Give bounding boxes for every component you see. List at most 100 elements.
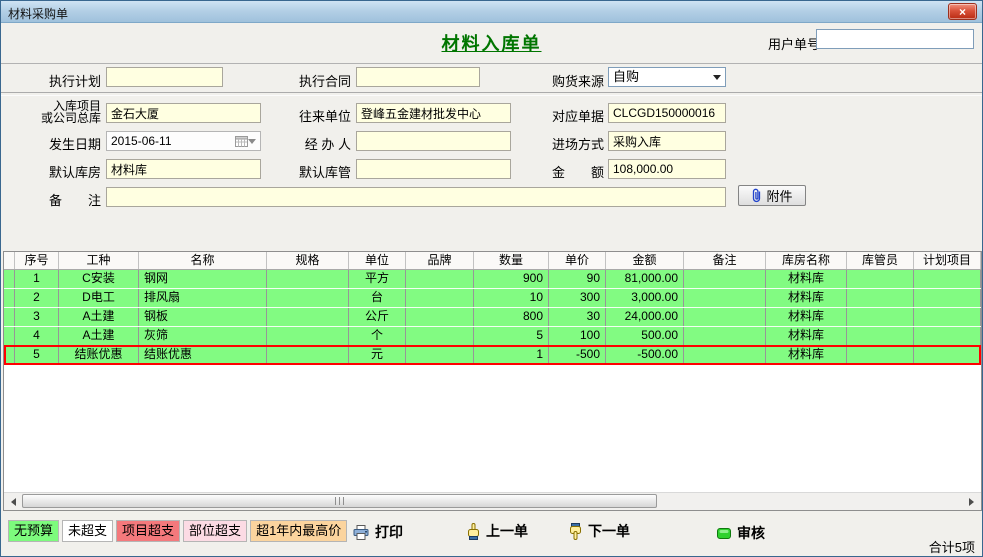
column-header-name[interactable]: 名称 (139, 252, 267, 269)
cell-ind[interactable] (4, 308, 15, 326)
cell-trade[interactable]: A土建 (59, 308, 139, 326)
cell-unit[interactable]: 公斤 (349, 308, 406, 326)
cell-ind[interactable] (4, 289, 15, 307)
cell-spec[interactable] (267, 289, 349, 307)
cell-qty[interactable]: 800 (474, 308, 549, 326)
table-row[interactable]: 5 结账优惠 结账优惠元 1 -500 -500.00 材料库 (4, 345, 981, 365)
column-header-seq[interactable]: 序号 (15, 252, 59, 269)
handler-input[interactable] (356, 131, 511, 151)
column-header-remark[interactable]: 备注 (684, 252, 766, 269)
cell-plan[interactable] (914, 327, 981, 345)
cell-price[interactable]: 300 (549, 289, 606, 307)
column-header-ind[interactable] (4, 252, 15, 269)
ref-doc-input[interactable] (608, 103, 726, 123)
cell-keeper[interactable] (847, 346, 914, 364)
exec-plan-input[interactable] (106, 67, 223, 87)
scroll-left-button[interactable] (4, 493, 21, 510)
cell-seq[interactable]: 4 (15, 327, 59, 345)
project-input[interactable] (106, 103, 261, 123)
cell-spec[interactable] (267, 270, 349, 288)
cell-remark[interactable] (684, 289, 766, 307)
amount-input[interactable] (608, 159, 726, 179)
cell-unit[interactable]: 个 (349, 327, 406, 345)
column-header-price[interactable]: 单价 (549, 252, 606, 269)
cell-trade[interactable]: 结账优惠 (59, 346, 139, 364)
cell-seq[interactable]: 2 (15, 289, 59, 307)
column-header-qty[interactable]: 数量 (474, 252, 549, 269)
entry-mode-input[interactable] (608, 131, 726, 151)
cell-wh[interactable]: 材料库 (766, 289, 847, 307)
table-row[interactable]: 1 C安装 钢网 平方 900 90 81,000.00 材料库 (4, 270, 981, 289)
column-header-brand[interactable]: 品牌 (406, 252, 474, 269)
attachment-button[interactable]: 附件 (738, 185, 806, 206)
cell-name[interactable]: 钢板 (139, 308, 267, 326)
cell-qty[interactable]: 5 (474, 327, 549, 345)
cell-seq[interactable]: 5 (15, 346, 59, 364)
table-row[interactable]: 4 A土建 灰筛 个 5 100 500.00 材料库 (4, 327, 981, 346)
cell-plan[interactable] (914, 270, 981, 288)
close-button[interactable]: × (948, 3, 977, 20)
cell-remark[interactable] (684, 327, 766, 345)
cell-qty[interactable]: 1 (474, 346, 549, 364)
cell-spec[interactable] (267, 308, 349, 326)
cell-brand[interactable] (406, 308, 474, 326)
cell-brand[interactable] (406, 346, 474, 364)
cell-amount[interactable]: 3,000.00 (606, 289, 684, 307)
column-header-wh[interactable]: 库房名称 (766, 252, 847, 269)
default-keeper-input[interactable] (356, 159, 511, 179)
default-warehouse-input[interactable] (106, 159, 261, 179)
exec-contract-input[interactable] (356, 67, 480, 87)
column-header-plan[interactable]: 计划项目 (914, 252, 981, 269)
cell-spec[interactable] (267, 346, 349, 364)
cell-trade[interactable]: D电工 (59, 289, 139, 307)
cell-amount[interactable]: 500.00 (606, 327, 684, 345)
cell-name[interactable]: 排风扇 (139, 289, 267, 307)
cell-remark[interactable] (684, 308, 766, 326)
column-header-unit[interactable]: 单位 (349, 252, 406, 269)
cell-name[interactable]: 灰筛 (139, 327, 267, 345)
cell-price[interactable]: 90 (549, 270, 606, 288)
remark-input[interactable] (106, 187, 726, 207)
cell-price[interactable]: 100 (549, 327, 606, 345)
cell-wh[interactable]: 材料库 (766, 270, 847, 288)
cell-unit[interactable]: 平方 (349, 270, 406, 288)
column-header-amount[interactable]: 金额 (606, 252, 684, 269)
cell-name[interactable]: 钢网 (139, 270, 267, 288)
cell-keeper[interactable] (847, 270, 914, 288)
scroll-right-button[interactable] (964, 493, 981, 510)
cell-price[interactable]: 30 (549, 308, 606, 326)
cell-plan[interactable] (914, 289, 981, 307)
user-no-input[interactable] (816, 29, 974, 49)
table-row[interactable]: 2 D电工 排风扇 台 10 300 3,000.00 材料库 (4, 289, 981, 308)
cell-qty[interactable]: 10 (474, 289, 549, 307)
scrollbar-thumb[interactable] (22, 494, 657, 508)
cell-plan[interactable] (914, 308, 981, 326)
cell-remark[interactable] (684, 270, 766, 288)
cell-amount[interactable]: 81,000.00 (606, 270, 684, 288)
cell-plan[interactable] (914, 346, 981, 364)
column-header-keeper[interactable]: 库管员 (847, 252, 914, 269)
cell-price[interactable]: -500 (549, 346, 606, 364)
prev-doc-button[interactable]: 上一单 (467, 521, 528, 541)
next-doc-button[interactable]: 下一单 (569, 521, 630, 541)
audit-button[interactable]: 审核 (717, 523, 765, 543)
cell-ind[interactable] (4, 327, 15, 345)
cell-spec[interactable] (267, 327, 349, 345)
cell-qty[interactable]: 900 (474, 270, 549, 288)
cell-brand[interactable] (406, 270, 474, 288)
cell-remark[interactable] (684, 346, 766, 364)
column-header-trade[interactable]: 工种 (59, 252, 139, 269)
print-button[interactable]: 打印 (353, 522, 403, 542)
cell-ind[interactable] (4, 270, 15, 288)
cell-keeper[interactable] (847, 327, 914, 345)
purchase-source-select[interactable]: 自购 (608, 67, 726, 87)
cell-amount[interactable]: 24,000.00 (606, 308, 684, 326)
cell-unit[interactable]: 台 (349, 289, 406, 307)
vendor-input[interactable] (356, 103, 511, 123)
cell-wh[interactable]: 材料库 (766, 327, 847, 345)
cell-wh[interactable]: 材料库 (766, 346, 847, 364)
column-header-spec[interactable]: 规格 (267, 252, 349, 269)
cell-wh[interactable]: 材料库 (766, 308, 847, 326)
cell-unit[interactable]: 元 (349, 346, 406, 364)
date-picker[interactable]: 2015-06-11 (106, 131, 261, 151)
